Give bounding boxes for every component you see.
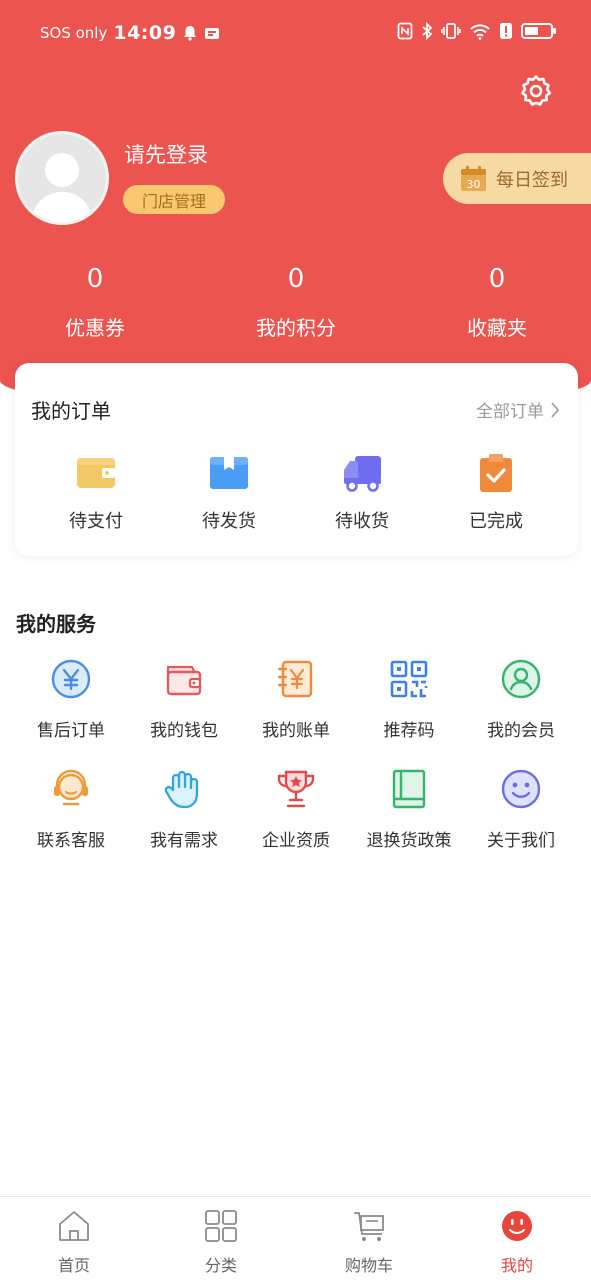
status-bar: SOS only 14:09 xyxy=(0,0,591,66)
headset-icon xyxy=(54,769,88,806)
service-label: 我的账单 xyxy=(262,721,330,741)
all-orders-label: 全部订单 xyxy=(476,402,544,422)
stat-points[interactable]: 0 我的积分 xyxy=(216,260,376,341)
settings-gear-icon[interactable] xyxy=(518,73,554,109)
tab-label: 购物车 xyxy=(344,1256,393,1275)
status-bar-right xyxy=(397,22,556,40)
store-management-button[interactable]: 门店管理 xyxy=(123,185,225,214)
stat-label: 收藏夹 xyxy=(467,316,527,340)
tab-label: 首页 xyxy=(57,1256,90,1275)
service-label: 关于我们 xyxy=(487,831,555,851)
service-company-qualifications[interactable]: 企业资质 xyxy=(240,768,352,851)
member-icon xyxy=(501,659,541,699)
login-prompt-link[interactable]: 请先登录 xyxy=(124,139,208,169)
service-about-us[interactable]: 关于我们 xyxy=(465,768,577,851)
carrier-text: SOS only xyxy=(40,24,108,42)
alert-icon xyxy=(500,23,512,39)
order-label: 已完成 xyxy=(469,511,523,532)
home-icon xyxy=(59,1211,89,1241)
order-label: 待支付 xyxy=(69,511,123,532)
service-return-policy[interactable]: 退换货政策 xyxy=(353,768,465,851)
cart-icon xyxy=(354,1212,384,1241)
package-icon xyxy=(210,457,248,489)
avatar[interactable] xyxy=(15,131,109,225)
tab-cart[interactable]: 购物车 xyxy=(319,1209,419,1276)
daily-checkin-label: 每日签到 xyxy=(496,169,568,191)
order-pending-shipment[interactable]: 待发货 xyxy=(179,453,279,533)
order-label: 待发货 xyxy=(202,511,256,532)
clock-time: 14:09 xyxy=(113,22,177,44)
nfc-icon xyxy=(397,22,413,40)
stat-label: 我的积分 xyxy=(256,316,336,340)
tab-home[interactable]: 首页 xyxy=(24,1209,124,1276)
wifi-icon xyxy=(470,24,490,40)
service-contact-support[interactable]: 联系客服 xyxy=(15,768,127,851)
stat-value: 0 xyxy=(287,264,305,294)
wallet-icon xyxy=(77,458,115,488)
my-services-title: 我的服务 xyxy=(16,612,96,636)
profile-face-icon xyxy=(502,1211,532,1241)
stat-label: 优惠券 xyxy=(65,316,125,340)
service-label: 售后订单 xyxy=(37,721,105,741)
service-label: 我的钱包 xyxy=(150,721,218,741)
smile-icon xyxy=(501,769,541,809)
notification-app-icon xyxy=(205,28,220,39)
service-label: 联系客服 xyxy=(37,831,105,851)
service-label: 退换货政策 xyxy=(366,831,452,851)
yen-circle-icon xyxy=(51,659,91,699)
trophy-icon xyxy=(277,770,315,808)
vibrate-icon xyxy=(441,23,461,39)
hand-icon xyxy=(164,770,199,809)
stat-value: 0 xyxy=(86,264,104,294)
all-orders-link[interactable]: 全部订单 xyxy=(476,397,560,422)
order-pending-payment[interactable]: 待支付 xyxy=(46,453,146,533)
order-pending-receipt[interactable]: 待收货 xyxy=(312,453,412,533)
service-my-membership[interactable]: 我的会员 xyxy=(465,658,577,741)
order-label: 待收货 xyxy=(335,511,389,532)
tab-profile[interactable]: 我的 xyxy=(467,1209,567,1276)
service-submit-request[interactable]: 我有需求 xyxy=(128,768,240,851)
bell-icon xyxy=(184,26,197,41)
service-my-wallet[interactable]: 我的钱包 xyxy=(128,658,240,741)
service-referral-code[interactable]: 推荐码 xyxy=(353,658,465,741)
order-completed[interactable]: 已完成 xyxy=(446,453,546,533)
default-avatar-icon xyxy=(32,153,92,222)
wallet-icon xyxy=(166,665,202,696)
bluetooth-icon xyxy=(422,22,433,40)
tab-category[interactable]: 分类 xyxy=(171,1209,271,1276)
chevron-right-icon xyxy=(551,401,560,418)
tab-label: 我的 xyxy=(500,1256,533,1275)
my-orders-card: 我的订单 全部订单 待支付 待发货 待收货 已完成 xyxy=(15,363,578,556)
tab-label: 分类 xyxy=(204,1256,237,1275)
service-label: 企业资质 xyxy=(262,831,330,851)
calendar-day-text: 30 xyxy=(467,178,481,191)
stat-value: 0 xyxy=(488,264,506,294)
service-label: 我有需求 xyxy=(150,831,218,851)
battery-level xyxy=(525,27,538,35)
book-icon xyxy=(392,769,426,809)
service-after-sales-orders[interactable]: 售后订单 xyxy=(15,658,127,741)
stats-row: 0 优惠券 0 我的积分 0 收藏夹 xyxy=(0,260,591,350)
service-my-bills[interactable]: 我的账单 xyxy=(240,658,352,741)
daily-checkin-button[interactable]: 30 每日签到 xyxy=(443,153,591,204)
my-orders-title: 我的订单 xyxy=(31,399,111,423)
calendar-icon: 30 xyxy=(460,165,487,192)
bill-icon xyxy=(277,660,313,698)
qr-code-icon xyxy=(390,660,428,698)
bottom-tab-bar: 首页 分类 购物车 我的 xyxy=(0,1196,591,1280)
service-label: 我的会员 xyxy=(487,721,555,741)
category-grid-icon xyxy=(205,1210,237,1242)
clipboard-check-icon xyxy=(480,454,512,492)
service-label: 推荐码 xyxy=(383,721,435,741)
stat-coupons[interactable]: 0 优惠券 xyxy=(15,260,175,341)
truck-icon xyxy=(344,456,381,492)
status-bar-left: SOS only 14:09 xyxy=(40,22,220,44)
battery-icon xyxy=(521,23,556,39)
stat-favorites[interactable]: 0 收藏夹 xyxy=(417,260,577,341)
